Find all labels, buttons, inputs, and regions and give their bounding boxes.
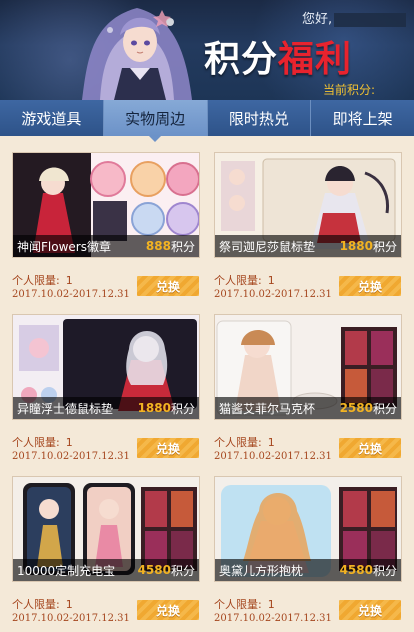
header-banner: 您好, 积分福利 当前积分: [0, 0, 414, 100]
redeem-period: 2017.10.02-2017.12.31 [214, 613, 332, 624]
tab-limited-hot[interactable]: 限时热兑 [208, 100, 312, 136]
greeting-text: 您好, [302, 8, 407, 27]
username-mask [334, 12, 407, 27]
product-image[interactable]: 10000定制充电宝 4580 积分 [12, 476, 200, 582]
character-illustration [82, 8, 192, 100]
product-name-bar: 祭司迦尼莎鼠标垫 1880 积分 [215, 235, 401, 257]
points-unit: 积分 [170, 401, 195, 416]
product-name-bar: 猫酱艾菲尔马克杯 2580 积分 [215, 397, 401, 419]
product-points: 1880 [137, 401, 171, 415]
redeem-period: 2017.10.02-2017.12.31 [12, 451, 130, 462]
redeem-period: 2017.10.02-2017.12.31 [214, 451, 332, 462]
personal-limit: 个人限量: 1 [214, 598, 275, 611]
product-card: 猫酱艾菲尔马克杯 2580 积分 个人限量: 1 2017.10.02-2017.… [214, 314, 402, 474]
product-card: 祭司迦尼莎鼠标垫 1880 积分 个人限量: 1 2017.10.02-2017.… [214, 152, 402, 312]
product-name: 奥黛儿方形抱枕 [219, 563, 304, 578]
product-name: 祭司迦尼莎鼠标垫 [219, 239, 316, 254]
points-unit: 积分 [170, 239, 195, 254]
product-name: 10000定制充电宝 [17, 563, 116, 578]
product-card: 10000定制充电宝 4580 积分 个人限量: 1 2017.10.02-201… [12, 476, 200, 632]
points-unit: 积分 [372, 239, 397, 254]
redeem-period: 2017.10.02-2017.12.31 [12, 289, 130, 300]
redeem-period: 2017.10.02-2017.12.31 [214, 289, 332, 300]
product-name-bar: 10000定制充电宝 4580 积分 [13, 559, 199, 581]
redeem-button[interactable]: 兑换 [339, 276, 401, 296]
product-card: 神闻Flowers徽章 888 积分 个人限量: 1 2017.10.02-201… [12, 152, 200, 312]
product-card: 奥黛儿方形抱枕 4580 积分 个人限量: 1 2017.10.02-2017.1… [214, 476, 402, 632]
personal-limit: 个人限量: 1 [12, 598, 73, 611]
page-title: 积分福利 [204, 39, 353, 80]
product-name-bar: 神闻Flowers徽章 888 积分 [13, 235, 199, 257]
redeem-button[interactable]: 兑换 [137, 438, 199, 458]
product-name: 异瞳浮士德鼠标垫 [17, 401, 114, 416]
product-name: 神闻Flowers徽章 [17, 239, 111, 254]
points-unit: 积分 [372, 401, 397, 416]
personal-limit: 个人限量: 1 [12, 274, 73, 287]
product-name-bar: 奥黛儿方形抱枕 4580 积分 [215, 559, 401, 581]
category-tabs: 游戏道具 实物周边 限时热兑 即将上架 [0, 100, 414, 142]
product-points: 1880 [339, 239, 373, 253]
product-card: 异瞳浮士德鼠标垫 1880 积分 个人限量: 1 2017.10.02-2017.… [12, 314, 200, 474]
product-image[interactable]: 异瞳浮士德鼠标垫 1880 积分 [12, 314, 200, 420]
product-image[interactable]: 神闻Flowers徽章 888 积分 [12, 152, 200, 258]
product-image[interactable]: 猫酱艾菲尔马克杯 2580 积分 [214, 314, 402, 420]
product-points: 2580 [339, 401, 373, 415]
product-name: 猫酱艾菲尔马克杯 [219, 401, 316, 416]
product-points: 4580 [137, 563, 171, 577]
redeem-period: 2017.10.02-2017.12.31 [12, 613, 130, 624]
product-points: 888 [145, 239, 171, 253]
personal-limit: 个人限量: 1 [214, 274, 275, 287]
points-unit: 积分 [372, 563, 397, 578]
redeem-button[interactable]: 兑换 [339, 438, 401, 458]
current-points: 当前积分: [323, 81, 414, 100]
tab-game-items[interactable]: 游戏道具 [0, 100, 104, 136]
tab-merchandise[interactable]: 实物周边 [103, 100, 208, 142]
personal-limit: 个人限量: 1 [12, 436, 73, 449]
redeem-button[interactable]: 兑换 [339, 600, 401, 620]
product-image[interactable]: 祭司迦尼莎鼠标垫 1880 积分 [214, 152, 402, 258]
points-unit: 积分 [170, 563, 195, 578]
personal-limit: 个人限量: 1 [214, 436, 275, 449]
product-points: 4580 [339, 563, 373, 577]
product-image[interactable]: 奥黛儿方形抱枕 4580 积分 [214, 476, 402, 582]
redeem-button[interactable]: 兑换 [137, 276, 199, 296]
redeem-button[interactable]: 兑换 [137, 600, 199, 620]
tab-coming-soon[interactable]: 即将上架 [311, 100, 414, 136]
product-name-bar: 异瞳浮士德鼠标垫 1880 积分 [13, 397, 199, 419]
